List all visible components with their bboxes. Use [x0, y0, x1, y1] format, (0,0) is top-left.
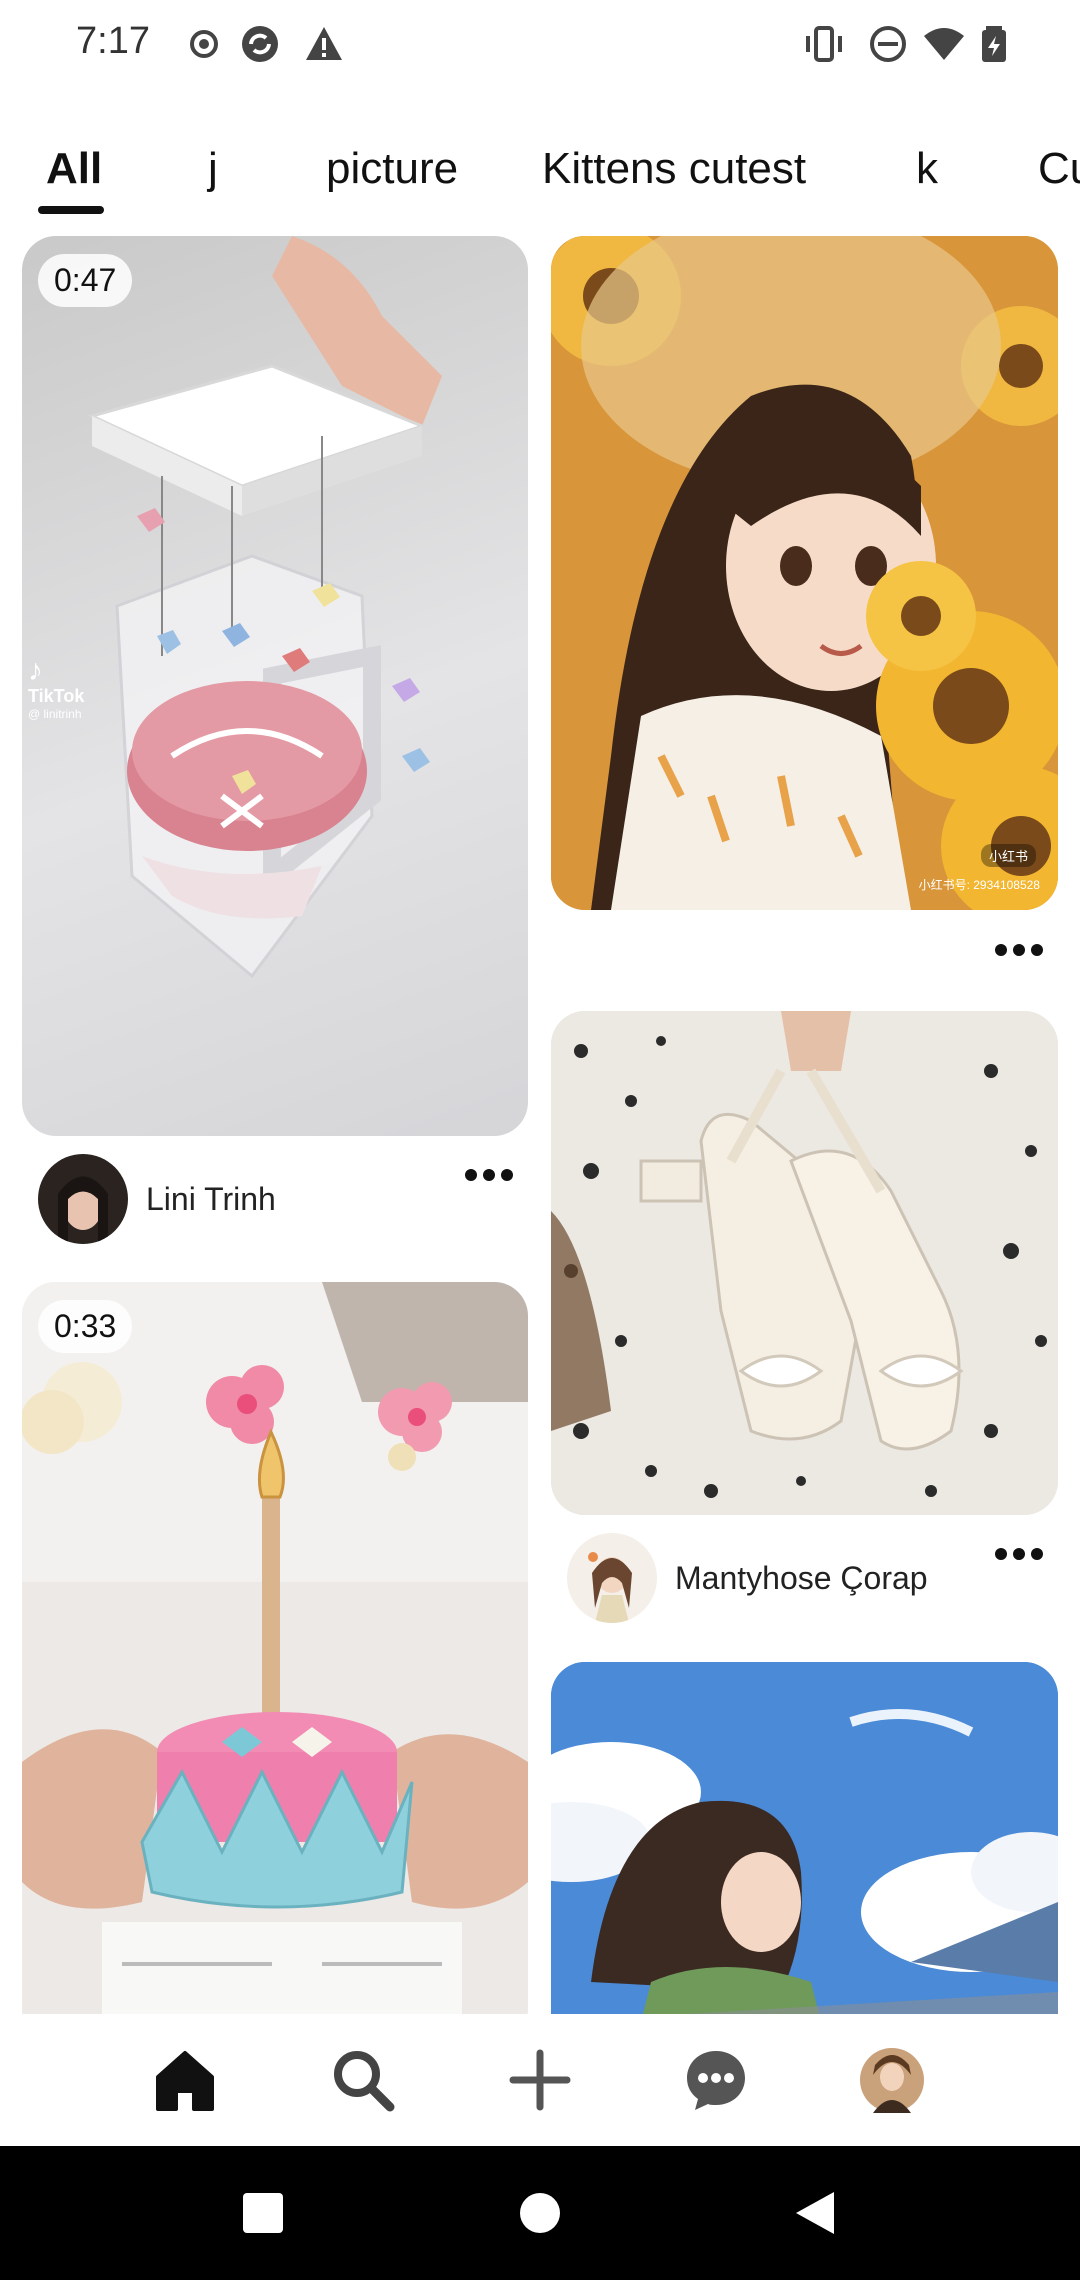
author-name[interactable]: Lini Trinh — [146, 1181, 276, 1218]
profile-avatar — [860, 2048, 924, 2113]
tiktok-logo-icon: ♪ — [28, 654, 43, 687]
tab-all[interactable]: All — [46, 144, 102, 194]
pin-image-sky-girl-art — [551, 1662, 1058, 2014]
pin-image-cream-heels-art — [551, 1011, 1058, 1515]
board-tabs: All j picture Kittens cutest k Cu — [0, 130, 1080, 230]
author-name[interactable]: Mantyhose Çorap — [675, 1560, 928, 1597]
tab-cu[interactable]: Cu — [1038, 144, 1080, 194]
home-icon — [156, 2051, 214, 2111]
pin-video-heart-box[interactable]: ♪ TikTok @ linitrinh 0:47 — [22, 236, 528, 1136]
more-options-icon[interactable] — [994, 1547, 1044, 1561]
system-navigation-bar — [0, 2146, 1080, 2280]
avatar — [567, 1533, 657, 1623]
tab-picture[interactable]: picture — [326, 144, 458, 194]
messages-icon — [687, 2051, 745, 2110]
search-icon — [334, 2051, 395, 2112]
more-options-icon[interactable] — [464, 1168, 514, 1182]
warning-icon — [306, 27, 342, 60]
tab-j[interactable]: j — [208, 144, 218, 194]
xiaohongshu-id: 小红书号: 2934108528 — [918, 878, 1040, 892]
more-options-icon[interactable] — [994, 943, 1044, 957]
nav-profile[interactable] — [854, 2042, 930, 2118]
record-icon — [190, 30, 218, 58]
tiktok-watermark: ♪ TikTok @ linitrinh — [28, 654, 85, 722]
pin-image-sky-girl[interactable] — [551, 1662, 1058, 2014]
nav-messages[interactable] — [678, 2042, 754, 2118]
nav-search[interactable] — [325, 2042, 401, 2118]
pin-image-sunflower-girl[interactable]: 小红书 小红书号: 2934108528 — [551, 236, 1058, 910]
pin-image-cream-heels[interactable] — [551, 1011, 1058, 1515]
home-circle-icon[interactable] — [515, 2188, 565, 2238]
nav-home[interactable] — [147, 2042, 223, 2118]
back-icon[interactable] — [790, 2188, 840, 2238]
status-time: 7:17 — [76, 20, 150, 62]
sync-icon — [242, 26, 278, 62]
create-icon — [509, 2049, 571, 2111]
pin-image-origami-cake — [22, 1282, 528, 2014]
status-bar: 7:17 — [0, 0, 1080, 90]
video-duration-badge: 0:33 — [38, 1300, 133, 1353]
pin-image-heart-box — [87, 236, 442, 979]
battery-icon — [982, 26, 1006, 62]
pin-author-mantyhose-corap[interactable]: Mantyhose Çorap — [567, 1533, 928, 1623]
do-not-disturb-icon — [870, 26, 906, 62]
selected-tab-indicator — [38, 206, 104, 214]
pin-video-origami-cake[interactable]: 0:33 — [22, 1282, 528, 2014]
tab-k[interactable]: k — [916, 144, 938, 194]
video-duration-badge: 0:47 — [38, 254, 133, 307]
pin-author-lini-trinh[interactable]: Lini Trinh — [38, 1154, 276, 1244]
pin-feed[interactable]: ♪ TikTok @ linitrinh 0:47 Lini Trinh 小红书… — [0, 232, 1080, 2014]
pin-image-sunflower-girl-art — [551, 236, 1058, 910]
xiaohongshu-watermark: 小红书 — [980, 844, 1036, 867]
avatar — [38, 1154, 128, 1244]
nav-create[interactable] — [502, 2042, 578, 2118]
recents-icon[interactable] — [238, 2188, 288, 2238]
wifi-icon — [924, 28, 964, 60]
vibrate-icon — [806, 26, 842, 62]
tab-kittens-cutest[interactable]: Kittens cutest — [542, 144, 806, 194]
bottom-navigation — [0, 2014, 1080, 2146]
